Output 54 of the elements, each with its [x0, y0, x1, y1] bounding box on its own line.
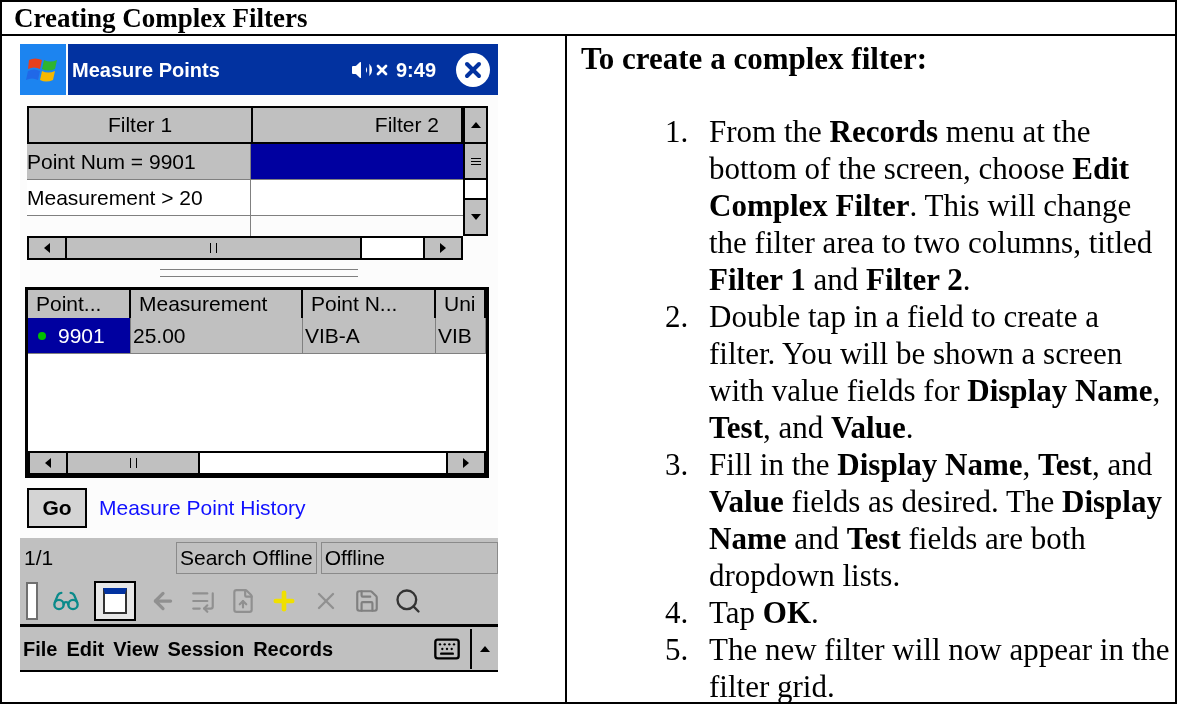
cell-text: VIB	[438, 322, 472, 349]
column-header[interactable]: Filter 2	[253, 108, 461, 142]
step-number: 2.	[665, 299, 689, 334]
grip-icon[interactable]	[26, 582, 38, 620]
status-field: Offline	[320, 542, 498, 574]
history-link[interactable]: Measure Point History	[99, 492, 306, 524]
scroll-thumb[interactable]	[67, 238, 363, 258]
step-text: Fill in the Display Name, Test, and Value fields as desired. The Display Name and Test fields are both dropdown lists.	[709, 446, 1163, 594]
scroll-left-icon[interactable]	[42, 243, 52, 253]
table-cell[interactable]: 9901	[28, 318, 131, 353]
scroll-right-icon[interactable]	[461, 458, 471, 468]
scroll-right-icon[interactable]	[438, 243, 448, 253]
scroll-left-icon[interactable]	[43, 458, 53, 468]
step-number: 4.	[665, 595, 689, 630]
cell-text: VIB-A	[305, 322, 360, 349]
menu-item[interactable]: View	[113, 633, 159, 664]
menu-item[interactable]: Edit	[66, 633, 105, 664]
scroll-thumb[interactable]	[68, 453, 201, 473]
column-header[interactable]: Filter 1	[29, 108, 253, 142]
table-cell[interactable]: 25.00	[131, 318, 303, 353]
menu-item[interactable]: Records	[253, 633, 334, 664]
vertical-scrollbar[interactable]	[463, 106, 488, 236]
table-cell[interactable]: Point Num = 9901	[27, 144, 251, 179]
table-cell[interactable]: Measurement > 20	[27, 180, 251, 215]
scroll-thumb[interactable]	[465, 144, 486, 180]
step-number: 1.	[665, 114, 689, 149]
search-icon[interactable]	[394, 587, 422, 615]
table-cell[interactable]: VIB	[436, 318, 486, 353]
selected-cell[interactable]	[251, 144, 463, 179]
horizontal-scrollbar[interactable]	[28, 451, 486, 475]
cell-text: 25.00	[133, 322, 186, 349]
close-icon[interactable]	[456, 52, 490, 87]
instructions-title: To create a complex filter:	[581, 40, 929, 77]
horizontal-scrollbar[interactable]	[27, 236, 463, 260]
scroll-up-icon[interactable]	[470, 120, 481, 130]
splitter-handle[interactable]	[160, 269, 358, 277]
scroll-down-icon[interactable]	[470, 212, 481, 222]
step-number: 3.	[665, 447, 689, 482]
grid-view-button[interactable]	[94, 581, 136, 621]
step-number: 5.	[665, 632, 689, 667]
clock-time[interactable]: 9:49	[395, 54, 436, 85]
status-field: Search Offline	[176, 542, 317, 574]
cell-text: 9901	[58, 322, 105, 349]
record-count: 1/1	[24, 545, 55, 572]
section-heading: Creating Complex Filters	[2, 2, 1175, 36]
go-button[interactable]: Go	[27, 488, 87, 528]
table-cell[interactable]: VIB-A	[303, 318, 436, 353]
window-title: Measure Points	[72, 57, 220, 83]
step-text: Double tap in a field to create a filter. You will be shown a screen with value fields for Display Name, Test, and Value.	[709, 298, 1162, 446]
menu-item[interactable]: File	[23, 633, 58, 664]
menu-item[interactable]: Session	[167, 633, 245, 664]
step-text: The new filter will now appear in the filter grid.	[709, 631, 1171, 704]
step-text: From the Records menu at the bottom of the screen, choose Edit Complex Filter. This will change the filter area to two columns, titled Filter 1 and Filter 2.	[709, 113, 1154, 298]
step-text: Tap OK.	[709, 594, 820, 631]
